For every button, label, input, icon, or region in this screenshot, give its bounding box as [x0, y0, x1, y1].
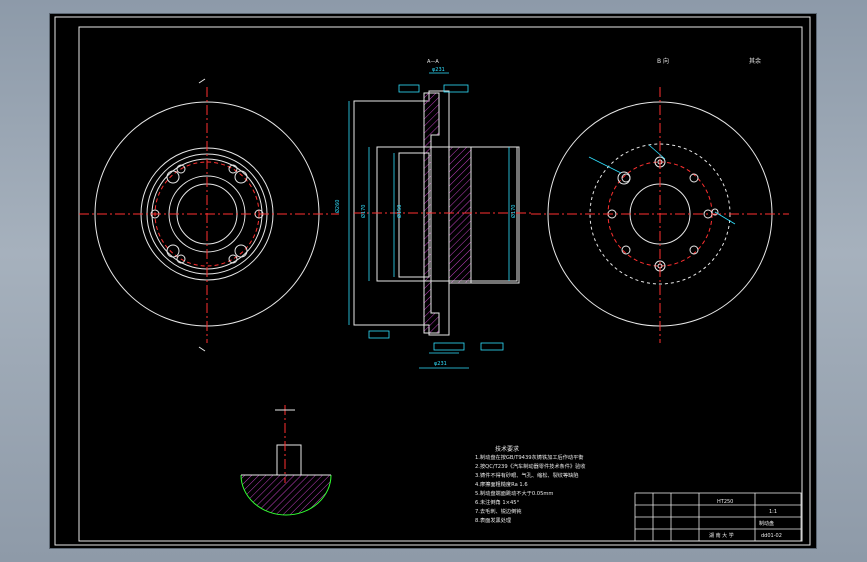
title-scale: 1:1 — [769, 509, 777, 515]
svg-text:φ231: φ231 — [432, 67, 445, 73]
tech-req-line: 2.按QC/T239《汽车制动器零件技术条件》验收 — [475, 462, 585, 470]
tech-req-line: 7.去毛刺、锐边倒钝 — [475, 507, 521, 515]
svg-text:Ø150: Ø150 — [396, 205, 403, 218]
section-label: A—A — [427, 59, 439, 65]
tech-req-title: 技术要求 — [495, 445, 519, 453]
title-drawing-number: dd01-02 — [761, 533, 782, 539]
cad-viewport[interactable]: Ø260 Ø170 Ø150 Ø170 φ231 φ231 技术要求 1.制动盘… — [0, 0, 867, 562]
title-company: 湖 南 大 学 — [709, 532, 734, 539]
view-b-right — [531, 87, 789, 343]
tech-req-line: 8.表面发黑处理 — [475, 516, 512, 524]
tech-requirements: 技术要求 1.制动盘在按GB/T9439灰铸铁加工后作动平衡 2.按QC/T23… — [475, 445, 585, 524]
drawing-sheet: Ø260 Ø170 Ø150 Ø170 φ231 φ231 技术要求 1.制动盘… — [54, 16, 811, 546]
title-material: HT250 — [717, 499, 733, 505]
tech-req-line: 4.摩擦面粗糙度Ra 1.6 — [475, 480, 528, 488]
front-view-left — [79, 78, 339, 352]
title-part-name: 制动盘 — [759, 520, 774, 527]
detail-view — [240, 405, 332, 516]
tech-req-line: 6.未注倒角 1×45° — [475, 498, 520, 506]
svg-text:φ231: φ231 — [434, 361, 447, 367]
tech-req-line: 5.制动盘端面跳动不大于0.05mm — [475, 489, 553, 497]
tech-req-line: 1.制动盘在按GB/T9439灰铸铁加工后作动平衡 — [475, 453, 583, 461]
view-b-label: B 向 — [657, 57, 669, 65]
drawing-canvas[interactable]: Ø260 Ø170 Ø150 Ø170 φ231 φ231 技术要求 1.制动盘… — [49, 13, 817, 549]
section-view: Ø260 Ø170 Ø150 Ø170 φ231 φ231 — [334, 67, 534, 369]
tech-req-line: 3.铸件不得有砂眼、气孔、缩松、裂纹等缺陷 — [475, 471, 579, 479]
svg-text:Ø260: Ø260 — [334, 200, 341, 213]
roughness-note: 其余 — [749, 57, 761, 65]
svg-text:Ø170: Ø170 — [510, 205, 517, 218]
svg-text:Ø170: Ø170 — [360, 205, 367, 218]
